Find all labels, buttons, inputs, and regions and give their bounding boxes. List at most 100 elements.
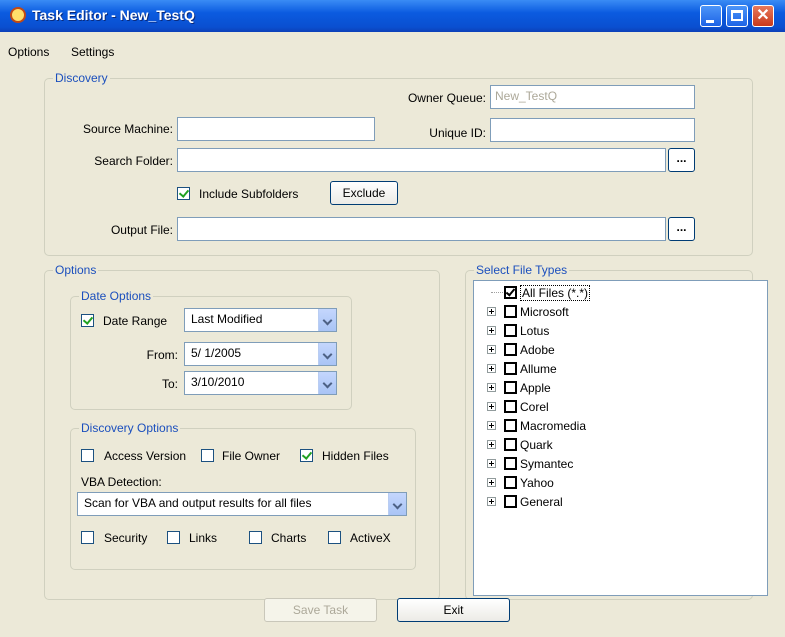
chevron-down-icon — [318, 372, 336, 394]
window-title: Task Editor - New_TestQ — [32, 7, 195, 23]
search-folder-input[interactable] — [177, 148, 666, 172]
include-subfolders-checkbox[interactable] — [177, 187, 190, 200]
menu-bar: Options Settings — [0, 32, 785, 70]
expand-plus-icon[interactable] — [487, 326, 496, 335]
file-type-item[interactable]: Lotus — [474, 322, 764, 340]
file-type-label: Apple — [520, 381, 551, 395]
source-machine-label: Source Machine: — [82, 122, 173, 136]
file-type-label: Corel — [520, 400, 549, 414]
file-type-checkbox[interactable] — [504, 343, 517, 356]
chevron-down-icon — [318, 309, 336, 331]
file-type-item[interactable]: All Files (*.*) — [474, 284, 764, 302]
file-type-checkbox[interactable] — [504, 457, 517, 470]
close-button[interactable]: ✕ — [752, 5, 774, 27]
charts-checkbox[interactable] — [249, 531, 262, 544]
file-type-item[interactable]: Allume — [474, 360, 764, 378]
file-type-item[interactable]: Symantec — [474, 455, 764, 473]
menu-settings[interactable]: Settings — [71, 45, 114, 59]
file-type-item[interactable]: Yahoo — [474, 474, 764, 492]
file-type-checkbox[interactable] — [504, 305, 517, 318]
from-date-value: 5/ 1/2005 — [191, 346, 242, 360]
activex-label: ActiveX — [350, 531, 391, 545]
file-type-checkbox[interactable] — [504, 381, 517, 394]
file-type-checkbox[interactable] — [504, 324, 517, 337]
unique-id-input[interactable] — [490, 118, 695, 142]
file-type-checkbox[interactable] — [504, 419, 517, 432]
expand-plus-icon[interactable] — [487, 364, 496, 373]
menu-options[interactable]: Options — [8, 45, 49, 59]
file-type-label: Allume — [520, 362, 557, 376]
file-owner-label: File Owner — [222, 449, 281, 463]
expand-plus-icon[interactable] — [487, 307, 496, 316]
from-date-picker[interactable]: 5/ 1/2005 — [184, 342, 337, 366]
owner-queue-field: New_TestQ — [490, 85, 695, 109]
chevron-down-icon — [318, 343, 336, 365]
hidden-files-checkbox[interactable] — [300, 449, 313, 462]
file-type-label: Yahoo — [520, 476, 554, 490]
links-checkbox[interactable] — [167, 531, 180, 544]
file-type-label: Quark — [520, 438, 553, 452]
charts-label: Charts — [271, 531, 307, 545]
save-task-button[interactable]: Save Task — [264, 598, 377, 622]
file-type-checkbox[interactable] — [504, 286, 517, 299]
file-type-item[interactable]: Adobe — [474, 341, 764, 359]
title-bar[interactable]: Task Editor - New_TestQ ✕ — [0, 0, 785, 32]
file-types-group-label: Select File Types — [474, 263, 570, 277]
maximize-button[interactable] — [726, 5, 748, 27]
expand-plus-icon[interactable] — [487, 383, 496, 392]
file-type-checkbox[interactable] — [504, 495, 517, 508]
file-type-checkbox[interactable] — [504, 438, 517, 451]
expand-plus-icon[interactable] — [487, 345, 496, 354]
exit-button[interactable]: Exit — [397, 598, 510, 622]
output-file-input[interactable] — [177, 217, 666, 241]
expand-plus-icon[interactable] — [487, 440, 496, 449]
activex-checkbox[interactable] — [328, 531, 341, 544]
output-file-label: Output File: — [110, 223, 173, 237]
to-date-picker[interactable]: 3/10/2010 — [184, 371, 337, 395]
expand-plus-icon[interactable] — [487, 421, 496, 430]
expand-plus-icon[interactable] — [487, 478, 496, 487]
app-icon — [10, 7, 26, 23]
links-label: Links — [189, 531, 218, 545]
include-subfolders-label: Include Subfolders — [199, 187, 299, 201]
file-type-label: Lotus — [520, 324, 550, 338]
security-label: Security — [104, 531, 148, 545]
date-type-select[interactable]: Last Modified — [184, 308, 337, 332]
file-type-label: All Files (*.*) — [520, 285, 591, 301]
output-file-browse-button[interactable]: ... — [668, 217, 695, 241]
search-folder-browse-button[interactable]: ... — [668, 148, 695, 172]
search-folder-label: Search Folder: — [94, 154, 173, 168]
date-range-checkbox[interactable] — [81, 314, 94, 327]
vba-detection-value: Scan for VBA and output results for all … — [84, 496, 312, 510]
security-checkbox[interactable] — [81, 531, 94, 544]
expand-plus-icon[interactable] — [487, 459, 496, 468]
vba-detection-label: VBA Detection: — [81, 475, 162, 489]
expand-plus-icon[interactable] — [487, 497, 496, 506]
to-date-value: 3/10/2010 — [191, 375, 245, 389]
file-type-checkbox[interactable] — [504, 400, 517, 413]
file-type-item[interactable]: Microsoft — [474, 303, 764, 321]
access-version-checkbox[interactable] — [81, 449, 94, 462]
vba-detection-select[interactable]: Scan for VBA and output results for all … — [77, 492, 407, 516]
date-options-label: Date Options — [79, 289, 154, 303]
file-type-item[interactable]: Macromedia — [474, 417, 764, 435]
file-type-checkbox[interactable] — [504, 476, 517, 489]
access-version-label: Access Version — [104, 449, 187, 463]
file-type-label: Symantec — [520, 457, 574, 471]
file-owner-checkbox[interactable] — [201, 449, 214, 462]
maximize-icon — [731, 10, 743, 21]
file-type-label: Microsoft — [520, 305, 569, 319]
minimize-button[interactable] — [700, 5, 722, 27]
source-machine-input[interactable] — [177, 117, 375, 141]
file-type-item[interactable]: Quark — [474, 436, 764, 454]
expand-plus-icon[interactable] — [487, 402, 496, 411]
file-type-label: Adobe — [520, 343, 555, 357]
discovery-options-label: Discovery Options — [79, 421, 181, 435]
exclude-button[interactable]: Exclude — [330, 181, 398, 205]
file-type-label: General — [520, 495, 563, 509]
file-type-item[interactable]: Corel — [474, 398, 764, 416]
file-type-item[interactable]: Apple — [474, 379, 764, 397]
date-range-label: Date Range — [103, 314, 168, 328]
file-type-checkbox[interactable] — [504, 362, 517, 375]
file-type-item[interactable]: General — [474, 493, 764, 511]
